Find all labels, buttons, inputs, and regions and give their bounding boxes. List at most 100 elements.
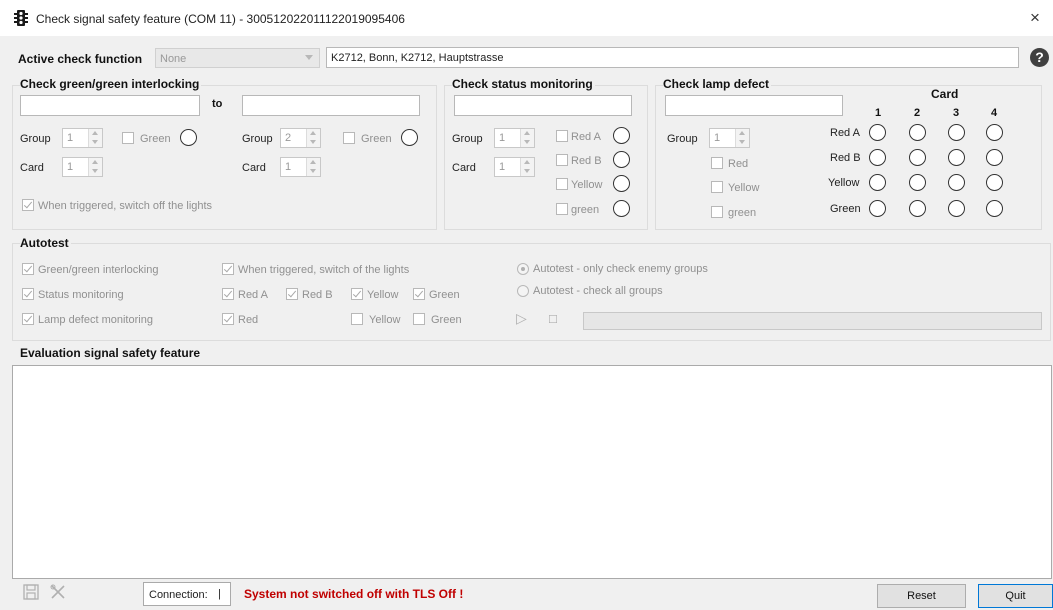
autotest-all-radio[interactable] xyxy=(517,285,529,297)
lamp-reda-card4 xyxy=(986,124,1003,141)
spin-down-icon xyxy=(524,169,530,173)
autotest-green-label: Green xyxy=(429,289,460,301)
card-number-4: 4 xyxy=(991,107,998,119)
status-card-spinner[interactable]: 1 xyxy=(494,157,535,177)
quit-button[interactable]: Quit xyxy=(978,584,1053,608)
spinner-value: 1 xyxy=(67,132,74,144)
autotest-yellow2-label: Yellow xyxy=(369,314,401,326)
status-reda-checkbox[interactable] xyxy=(556,130,568,142)
autotest-yellow-label: Yellow xyxy=(367,289,399,301)
spinner-buttons[interactable] xyxy=(88,158,102,176)
spinner-value: 1 xyxy=(67,161,74,173)
active-check-label: Active check function xyxy=(18,52,143,66)
spin-down-icon xyxy=(524,140,530,144)
interlock-from-field[interactable] xyxy=(20,95,200,116)
interlock-to-field[interactable] xyxy=(242,95,420,116)
status-card-label: Card xyxy=(452,162,476,174)
lamp-defect-group-label: Group xyxy=(667,133,698,145)
stop-icon[interactable]: □ xyxy=(549,311,557,326)
interlock-right-green-checkbox[interactable] xyxy=(343,132,355,144)
card-number-1: 1 xyxy=(875,107,882,119)
spin-down-icon xyxy=(92,140,98,144)
autotest-enemy-label: Autotest - only check enemy groups xyxy=(533,263,708,275)
lamp-redb-card3 xyxy=(948,149,965,166)
autotest-green-checkbox[interactable] xyxy=(413,288,425,300)
status-redb-checkbox[interactable] xyxy=(556,154,568,166)
card-number-3: 3 xyxy=(953,107,960,119)
autotest-yellow2-checkbox[interactable] xyxy=(351,313,363,325)
autotest-reda-checkbox[interactable] xyxy=(222,288,234,300)
spinner-buttons[interactable] xyxy=(735,129,749,147)
active-check-combo[interactable]: None xyxy=(155,48,320,68)
autotest-redb-checkbox[interactable] xyxy=(286,288,298,300)
connection-value: | xyxy=(218,588,221,600)
interlock-right-card-spinner[interactable]: 1 xyxy=(280,157,321,177)
location-field[interactable]: K2712, Bonn, K2712, Hauptstrasse xyxy=(326,47,1019,68)
autotest-enemy-radio[interactable] xyxy=(517,263,529,275)
spinner-buttons[interactable] xyxy=(306,129,320,147)
lamp-defect-yellow-checkbox[interactable] xyxy=(711,181,723,193)
autotest-red-checkbox[interactable] xyxy=(222,313,234,325)
connection-box: Connection: | xyxy=(143,582,231,606)
autotest-yellow-checkbox[interactable] xyxy=(351,288,363,300)
spin-up-icon xyxy=(310,160,316,164)
spinner-buttons[interactable] xyxy=(520,129,534,147)
autotest-status-checkbox[interactable] xyxy=(22,288,34,300)
status-reda-lamp xyxy=(613,127,630,144)
spinner-value: 1 xyxy=(499,132,506,144)
interlock-left-group-spinner[interactable]: 1 xyxy=(62,128,103,148)
spinner-buttons[interactable] xyxy=(306,158,320,176)
close-button[interactable]: × xyxy=(1030,9,1040,26)
lamp-defect-yellow-label: Yellow xyxy=(728,182,760,194)
autotest-red-label: Red xyxy=(238,314,259,326)
lamp-yellow-card1 xyxy=(869,174,886,191)
lamp-row-redb-label: Red B xyxy=(830,152,861,164)
spin-up-icon xyxy=(524,160,530,164)
interlock-left-card-spinner[interactable]: 1 xyxy=(62,157,103,177)
status-field[interactable] xyxy=(454,95,632,116)
save-icon[interactable] xyxy=(23,584,39,600)
interlock-switch-off-label: When triggered, switch off the lights xyxy=(38,200,213,212)
location-value: K2712, Bonn, K2712, Hauptstrasse xyxy=(331,52,504,64)
connection-label: Connection: xyxy=(149,589,208,601)
reset-button[interactable]: Reset xyxy=(877,584,966,608)
evaluation-output[interactable] xyxy=(12,365,1052,579)
autotest-interlock-checkbox[interactable] xyxy=(22,263,34,275)
interlock-left-green-checkbox[interactable] xyxy=(122,132,134,144)
spin-down-icon xyxy=(310,169,316,173)
lamp-defect-group-spinner[interactable]: 1 xyxy=(709,128,750,148)
autotest-lamp-checkbox[interactable] xyxy=(22,313,34,325)
lamp-row-reda-label: Red A xyxy=(830,127,860,139)
spin-up-icon xyxy=(524,131,530,135)
autotest-green2-checkbox[interactable] xyxy=(413,313,425,325)
lamp-row-yellow-label: Yellow xyxy=(828,177,860,189)
status-yellow-checkbox[interactable] xyxy=(556,178,568,190)
spinner-buttons[interactable] xyxy=(88,129,102,147)
status-green-checkbox[interactable] xyxy=(556,203,568,215)
autotest-switch-checkbox[interactable] xyxy=(222,263,234,275)
lamp-green-card4 xyxy=(986,200,1003,217)
title-bar: Check signal safety feature (COM 11) - 3… xyxy=(0,0,1053,36)
lamp-defect-green-checkbox[interactable] xyxy=(711,206,723,218)
help-icon[interactable]: ? xyxy=(1030,48,1049,67)
interlock-right-group-spinner[interactable]: 2 xyxy=(280,128,321,148)
interlock-switch-off-checkbox[interactable] xyxy=(22,199,34,211)
autotest-green2-label: Green xyxy=(431,314,462,326)
play-icon[interactable]: ▷ xyxy=(516,310,527,327)
lamp-yellow-card2 xyxy=(909,174,926,191)
autotest-redb-label: Red B xyxy=(302,289,333,301)
spinner-buttons[interactable] xyxy=(520,158,534,176)
lamp-defect-red-checkbox[interactable] xyxy=(711,157,723,169)
status-reda-label: Red A xyxy=(571,131,601,143)
status-message: System not switched off with TLS Off ! xyxy=(244,587,464,601)
interlock-right-group-label: Group xyxy=(242,133,273,145)
spin-up-icon xyxy=(92,160,98,164)
spin-down-icon xyxy=(739,140,745,144)
status-green-label: green xyxy=(571,204,600,216)
status-redb-lamp xyxy=(613,151,630,168)
lamp-defect-field[interactable] xyxy=(665,95,843,116)
tools-icon[interactable] xyxy=(50,584,66,600)
interlock-to-label: to xyxy=(212,98,223,110)
status-group-spinner[interactable]: 1 xyxy=(494,128,535,148)
interlock-left-group-label: Group xyxy=(20,133,51,145)
